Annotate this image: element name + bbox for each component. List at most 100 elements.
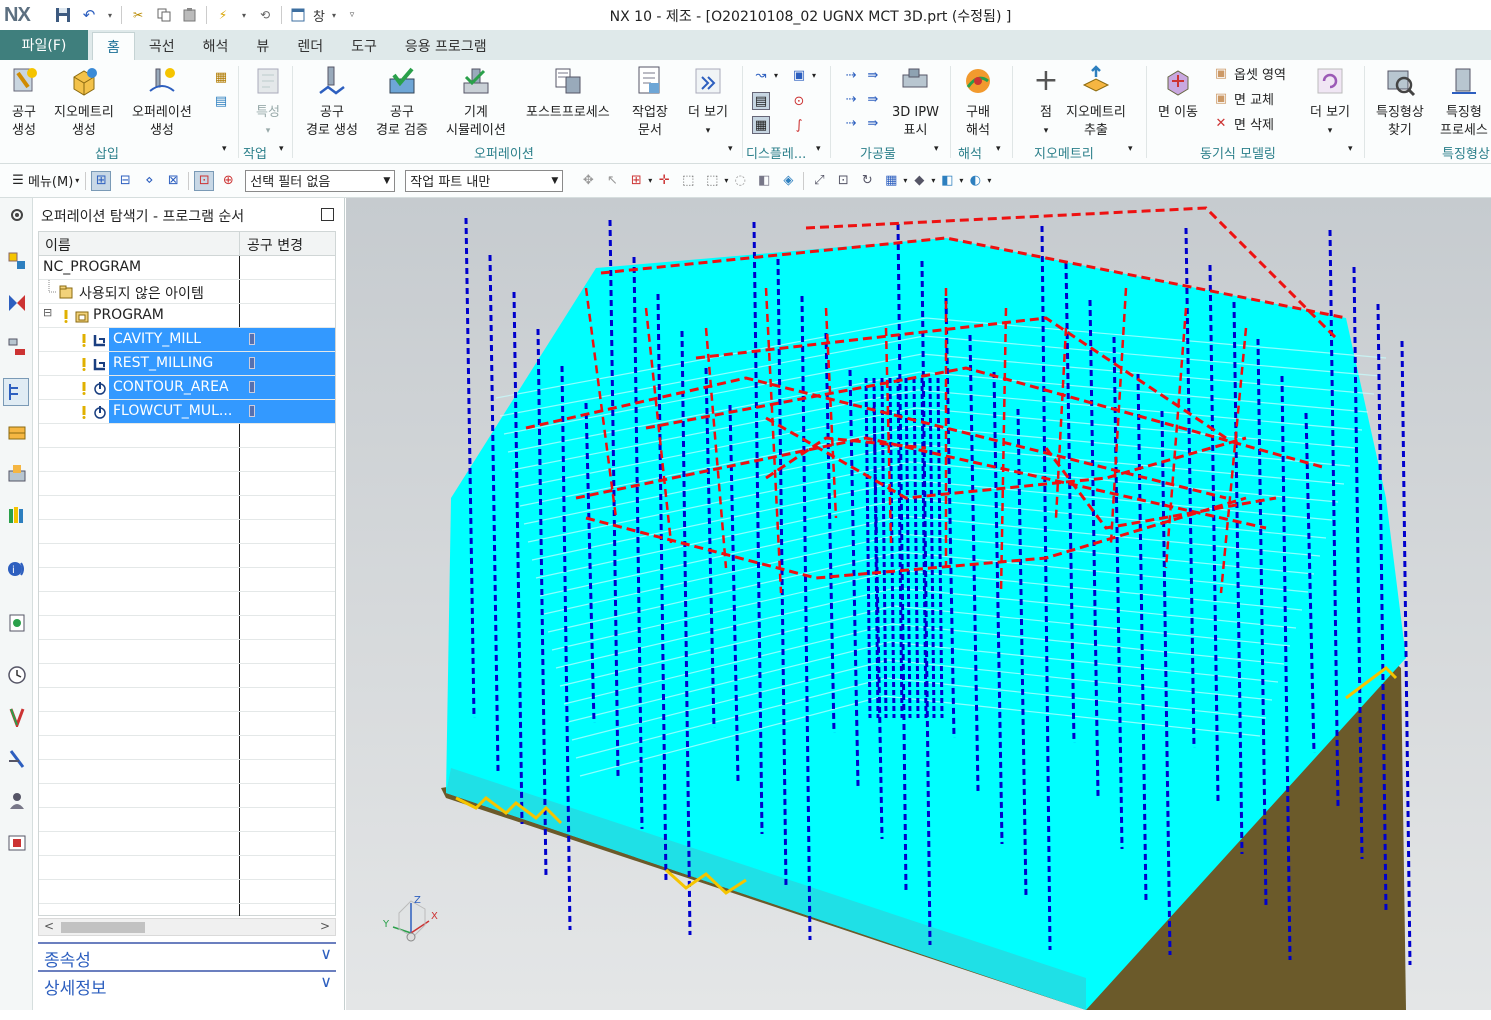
display-circle-button[interactable]: ⊙	[790, 92, 808, 110]
maximize-icon[interactable]	[321, 208, 334, 221]
assembly-navigator-icon[interactable]	[6, 250, 28, 272]
roles-icon[interactable]	[6, 790, 28, 812]
snap-point-icon[interactable]: ✛	[654, 171, 674, 191]
display-curve-button[interactable]: ∫	[790, 116, 808, 134]
tree-row-rest-milling[interactable]: REST_MILLING	[39, 352, 335, 376]
orient-view-icon[interactable]: ▦	[881, 171, 901, 191]
tree-row-flowcut[interactable]: FLOWCUT_MUL...	[39, 400, 335, 424]
details-panel[interactable]: 상세정보 ∨	[38, 970, 336, 999]
operation-group-more[interactable]: ▾	[728, 144, 733, 154]
undo-dropdown-icon[interactable]: ▾	[106, 6, 114, 24]
verify-toolpath-button[interactable]: 공구 경로 검증	[376, 64, 428, 140]
orient-view-dropdown-icon[interactable]: ▾	[903, 176, 907, 185]
create-operation-button[interactable]: 오퍼레이션 생성	[132, 64, 192, 140]
constraint-navigator-icon[interactable]	[6, 292, 28, 314]
system-materials-icon[interactable]	[6, 706, 28, 728]
work-layer-dropdown-icon[interactable]: ▾	[959, 176, 963, 185]
snap-icon[interactable]: ⊕	[218, 171, 238, 191]
cut-icon[interactable]: ✂	[129, 6, 147, 24]
point-button[interactable]: + 점 ▾	[1030, 64, 1062, 140]
workpiece-group-more[interactable]: ▾	[934, 144, 939, 154]
delete-face-button[interactable]: ✕ 면 삭제	[1212, 114, 1274, 133]
geometry-group-more[interactable]: ▾	[1128, 144, 1133, 154]
window-menu[interactable]: 창	[313, 6, 325, 25]
sync-group-more[interactable]: ▾	[1348, 144, 1353, 154]
hd3d-tools-icon[interactable]: i	[6, 558, 28, 580]
tree-row-unused-items[interactable]: 사용되지 않은 아이템	[39, 280, 335, 304]
tab-curve[interactable]: 곡선	[135, 32, 189, 60]
feature-process-button[interactable]: 특징형 프로세스	[1440, 64, 1488, 140]
tab-home[interactable]: 홈	[92, 32, 135, 60]
system-scenes-icon[interactable]	[6, 832, 28, 854]
tree-row-contour-area[interactable]: CONTOUR_AREA	[39, 376, 335, 400]
repeat-dropdown-icon[interactable]: ▾	[240, 6, 248, 24]
postprocess-button[interactable]: 포스트프로세스	[526, 64, 610, 122]
insert-group-more[interactable]: ▾	[222, 144, 227, 154]
insert-small-button-2[interactable]: ▤	[212, 92, 230, 110]
ipw-display-button[interactable]: 3D IPW 표시	[892, 64, 939, 140]
create-geometry-button[interactable]: 지오메트리 생성	[54, 64, 114, 140]
workpiece-button-2[interactable]: ⇢ ⇛	[842, 90, 882, 108]
extract-geometry-button[interactable]: 지오메트리 추출	[1066, 64, 1126, 140]
display-grid-button[interactable]: ▦	[752, 116, 770, 134]
dependencies-panel[interactable]: 종속성 ∨	[38, 942, 336, 971]
scroll-left-icon[interactable]: <	[44, 919, 54, 933]
select-all-icon[interactable]: ✥	[578, 171, 598, 191]
rotate-icon[interactable]: ↻	[857, 171, 877, 191]
selection-filter-dropdown[interactable]: 선택 필터 없음 ▼	[245, 169, 396, 192]
history-icon[interactable]	[6, 664, 28, 686]
tree-row-cavity-mill[interactable]: CAVITY_MILL	[39, 328, 335, 352]
machining-method-view-icon[interactable]: ⊠	[163, 171, 183, 191]
feature-select-dropdown-icon[interactable]: ▾	[648, 176, 652, 185]
graphics-window[interactable]: Y Z X	[346, 198, 1491, 1010]
scroll-right-icon[interactable]: >	[320, 919, 330, 933]
cube-select-icon[interactable]: ◈	[778, 171, 798, 191]
tab-render[interactable]: 렌더	[283, 32, 337, 60]
scroll-thumb[interactable]	[61, 922, 145, 933]
operation-more-button[interactable]: 더 보기 ▾	[688, 64, 728, 140]
display-layer-button[interactable]: ▤	[752, 92, 770, 110]
machine-simulation-button[interactable]: 기계 시뮬레이션	[446, 64, 506, 140]
machine-tool-view-icon[interactable]: ⊟	[115, 171, 135, 191]
machine-navigator-icon[interactable]	[6, 422, 28, 444]
file-tab[interactable]: 파일(F)	[0, 30, 88, 60]
program-order-view-icon[interactable]: ⊞	[91, 170, 112, 191]
repeat-command-icon[interactable]: ⚡	[214, 6, 232, 24]
menu-button[interactable]: ☰ 메뉴(M) ▾	[8, 171, 79, 191]
analysis-group-more[interactable]: ▾	[996, 144, 1001, 154]
shop-documentation-button[interactable]: 작업장 문서	[632, 64, 668, 140]
window-dropdown-icon[interactable]: ▾	[329, 6, 339, 24]
settings-icon[interactable]	[6, 204, 28, 226]
move-face-button[interactable]: 면 이동	[1158, 64, 1198, 122]
paste-icon[interactable]	[181, 6, 199, 24]
tree-row-program[interactable]: ⊟ PROGRAM	[39, 304, 335, 328]
undo-icon[interactable]: ↶	[80, 6, 98, 24]
tree-row-nc-program[interactable]: NC_PROGRAM	[39, 256, 335, 280]
draft-analysis-button[interactable]: 구배 해석	[962, 64, 994, 140]
generate-toolpath-button[interactable]: 공구 경로 생성	[306, 64, 358, 140]
edit-section-icon[interactable]: ◐	[965, 171, 985, 191]
general-select-icon[interactable]: ↖	[602, 171, 622, 191]
process-studio-icon[interactable]	[6, 748, 28, 770]
find-features-button[interactable]: 특징형상 찾기	[1376, 64, 1424, 140]
assembly-scope-dropdown[interactable]: 작업 파트 내만 ▼	[405, 169, 564, 192]
insert-small-button-1[interactable]: ▦	[212, 68, 230, 86]
filter-toggle-icon[interactable]: ⊡	[194, 170, 215, 191]
reuse-library-icon[interactable]	[6, 504, 28, 526]
collapse-icon[interactable]: ⊟	[43, 306, 52, 319]
toolpath-scene[interactable]: Y Z X	[346, 198, 1491, 1010]
sync-more-button[interactable]: 더 보기 ▾	[1310, 64, 1350, 140]
feature-select-icon[interactable]: ⊞	[626, 171, 646, 191]
tab-application[interactable]: 응용 프로그램	[391, 32, 501, 60]
window-icon[interactable]	[289, 6, 307, 24]
work-group-more[interactable]: ▾	[279, 144, 284, 154]
workpiece-button-3[interactable]: ⇢ ⇛	[842, 114, 882, 132]
customize-qat-icon[interactable]: ▿	[347, 6, 357, 24]
operation-navigator-icon[interactable]	[3, 378, 29, 406]
horizontal-scrollbar[interactable]: < >	[38, 918, 336, 936]
column-divider[interactable]	[239, 232, 240, 256]
display-toolpath-button[interactable]: ↝ ▾	[752, 66, 778, 84]
column-header-tool-change[interactable]: 공구 변경	[247, 235, 303, 255]
feature-button[interactable]: 특성 ▾	[252, 64, 284, 140]
lasso-icon[interactable]: ◌	[730, 171, 750, 191]
